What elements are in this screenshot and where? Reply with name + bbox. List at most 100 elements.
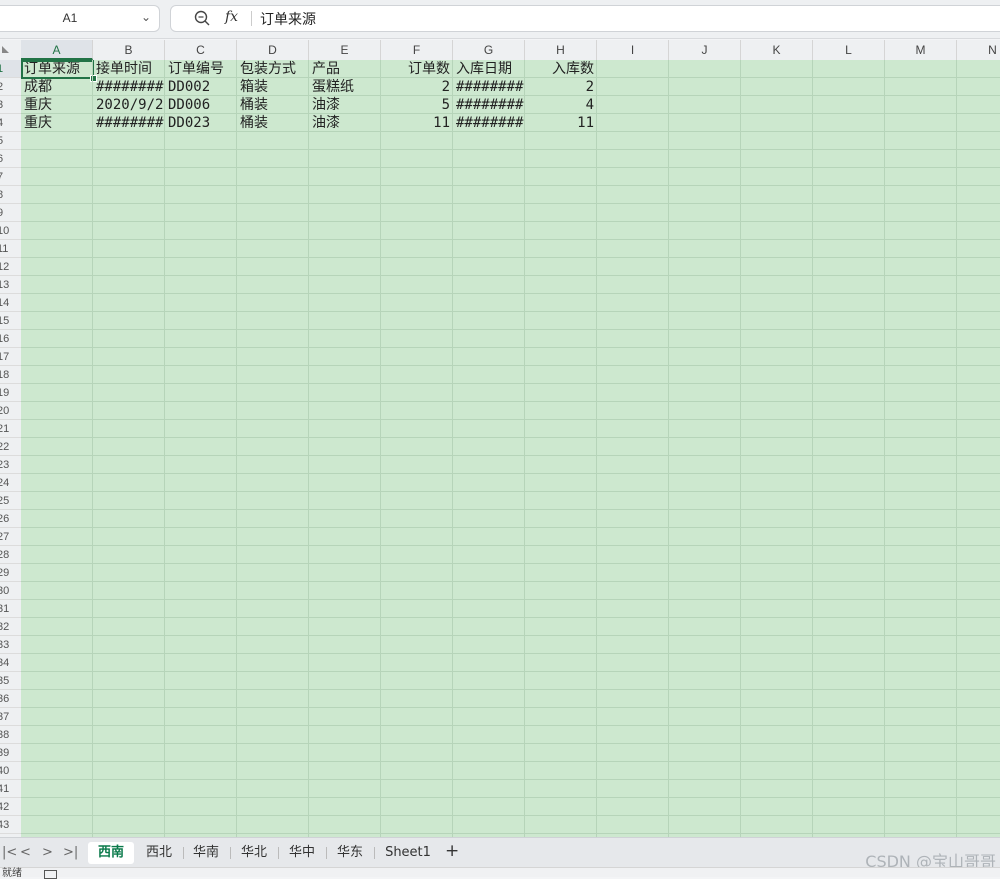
column-header-i[interactable]: I <box>597 40 669 60</box>
cell-h4[interactable]: 11 <box>525 114 597 132</box>
cell-f1[interactable]: 订单数 <box>381 60 453 78</box>
cell-area[interactable]: 订单来源 接单时间 订单编号 包装方式 产品 订单数 入库日期 入库数 成都 ######## DD… <box>21 60 1000 837</box>
row-header-20[interactable]: 20 <box>0 402 21 420</box>
cell-c4[interactable]: DD023 <box>165 114 237 132</box>
name-box[interactable]: A1 ⌄ <box>0 5 160 32</box>
row-header-27[interactable]: 27 <box>0 528 21 546</box>
cell-c3[interactable]: DD006 <box>165 96 237 114</box>
zoom-icon[interactable] <box>193 9 211 27</box>
sheet-tab-5[interactable]: 华中 <box>280 842 324 864</box>
cell-e3[interactable]: 油漆 <box>309 96 381 114</box>
row-header-25[interactable]: 25 <box>0 492 21 510</box>
cell-g1[interactable]: 入库日期 <box>453 60 525 78</box>
row-header-13[interactable]: 13 <box>0 276 21 294</box>
row-header-40[interactable]: 40 <box>0 762 21 780</box>
row-header-1[interactable]: 1 <box>0 60 21 78</box>
row-header-11[interactable]: 11 <box>0 240 21 258</box>
column-header-m[interactable]: M <box>885 40 957 60</box>
sheet-tab-2[interactable]: 西北 <box>137 842 181 864</box>
cell-f2[interactable]: 2 <box>381 78 453 96</box>
row-header-37[interactable]: 37 <box>0 708 21 726</box>
row-header-26[interactable]: 26 <box>0 510 21 528</box>
cell-a3[interactable]: 重庆 <box>21 96 93 114</box>
row-header-38[interactable]: 38 <box>0 726 21 744</box>
cell-c2[interactable]: DD002 <box>165 78 237 96</box>
column-header-h[interactable]: H <box>525 40 597 60</box>
cell-e2[interactable]: 蛋糕纸 <box>309 78 381 96</box>
row-header-12[interactable]: 12 <box>0 258 21 276</box>
sheet-tab-7[interactable]: Sheet1 <box>378 842 438 864</box>
column-header-n[interactable]: N <box>957 40 1000 60</box>
sheet-tab-6[interactable]: 华东 <box>328 842 372 864</box>
row-header-24[interactable]: 24 <box>0 474 21 492</box>
row-header-35[interactable]: 35 <box>0 672 21 690</box>
cell-e4[interactable]: 油漆 <box>309 114 381 132</box>
sheet-tab-4[interactable]: 华北 <box>232 842 276 864</box>
column-header-c[interactable]: C <box>165 40 237 60</box>
row-header-33[interactable]: 33 <box>0 636 21 654</box>
row-header-31[interactable]: 31 <box>0 600 21 618</box>
column-header-a[interactable]: A <box>21 40 93 60</box>
row-header-30[interactable]: 30 <box>0 582 21 600</box>
cell-a4[interactable]: 重庆 <box>21 114 93 132</box>
cell-e1[interactable]: 产品 <box>309 60 381 78</box>
row-header-42[interactable]: 42 <box>0 798 21 816</box>
row-header-43[interactable]: 43 <box>0 816 21 834</box>
row-header-21[interactable]: 21 <box>0 420 21 438</box>
row-header-34[interactable]: 34 <box>0 654 21 672</box>
name-box-value[interactable]: A1 <box>0 11 140 25</box>
row-header-41[interactable]: 41 <box>0 780 21 798</box>
cell-h3[interactable]: 4 <box>525 96 597 114</box>
cell-d1[interactable]: 包装方式 <box>237 60 309 78</box>
column-header-k[interactable]: K <box>741 40 813 60</box>
cell-f3[interactable]: 5 <box>381 96 453 114</box>
sheet-tab-1[interactable]: 西南 <box>88 842 134 864</box>
cell-b2[interactable]: ######## <box>93 78 165 96</box>
row-header-15[interactable]: 15 <box>0 312 21 330</box>
first-sheet-icon[interactable]: |< <box>2 845 17 860</box>
row-header-17[interactable]: 17 <box>0 348 21 366</box>
cell-c1[interactable]: 订单编号 <box>165 60 237 78</box>
row-header-32[interactable]: 32 <box>0 618 21 636</box>
row-header-18[interactable]: 18 <box>0 366 21 384</box>
add-sheet-button[interactable]: + <box>445 841 459 861</box>
formula-input[interactable]: fx 订单来源 <box>170 5 1000 32</box>
column-header-l[interactable]: L <box>813 40 885 60</box>
cell-b1[interactable]: 接单时间 <box>93 60 165 78</box>
row-header-6[interactable]: 6 <box>0 150 21 168</box>
cell-b4[interactable]: ######## <box>93 114 165 132</box>
column-header-b[interactable]: B <box>93 40 165 60</box>
column-header-j[interactable]: J <box>669 40 741 60</box>
sheet-tab-3[interactable]: 华南 <box>184 842 228 864</box>
row-header-5[interactable]: 5 <box>0 132 21 150</box>
column-header-f[interactable]: F <box>381 40 453 60</box>
column-header-d[interactable]: D <box>237 40 309 60</box>
row-header-9[interactable]: 9 <box>0 204 21 222</box>
row-header-23[interactable]: 23 <box>0 456 21 474</box>
row-header-22[interactable]: 22 <box>0 438 21 456</box>
select-all-corner[interactable] <box>0 40 21 60</box>
column-header-e[interactable]: E <box>309 40 381 60</box>
cell-g4[interactable]: ######## <box>453 114 525 132</box>
formula-content[interactable]: 订单来源 <box>260 9 316 29</box>
next-sheet-icon[interactable]: > <box>42 845 53 860</box>
row-header-4[interactable]: 4 <box>0 114 21 132</box>
row-header-29[interactable]: 29 <box>0 564 21 582</box>
last-sheet-icon[interactable]: >| <box>63 845 78 860</box>
row-header-8[interactable]: 8 <box>0 186 21 204</box>
cell-d3[interactable]: 桶装 <box>237 96 309 114</box>
row-header-39[interactable]: 39 <box>0 744 21 762</box>
cell-h1[interactable]: 入库数 <box>525 60 597 78</box>
row-header-2[interactable]: 2 <box>0 78 21 96</box>
cell-g2[interactable]: ######## <box>453 78 525 96</box>
fx-icon[interactable]: fx <box>225 9 238 25</box>
row-header-36[interactable]: 36 <box>0 690 21 708</box>
row-header-19[interactable]: 19 <box>0 384 21 402</box>
cell-d2[interactable]: 箱装 <box>237 78 309 96</box>
cell-g3[interactable]: ######## <box>453 96 525 114</box>
chevron-down-icon[interactable]: ⌄ <box>141 10 151 24</box>
row-header-16[interactable]: 16 <box>0 330 21 348</box>
cell-h2[interactable]: 2 <box>525 78 597 96</box>
cell-b3[interactable]: 2020/9/2 <box>93 96 165 114</box>
column-header-g[interactable]: G <box>453 40 525 60</box>
